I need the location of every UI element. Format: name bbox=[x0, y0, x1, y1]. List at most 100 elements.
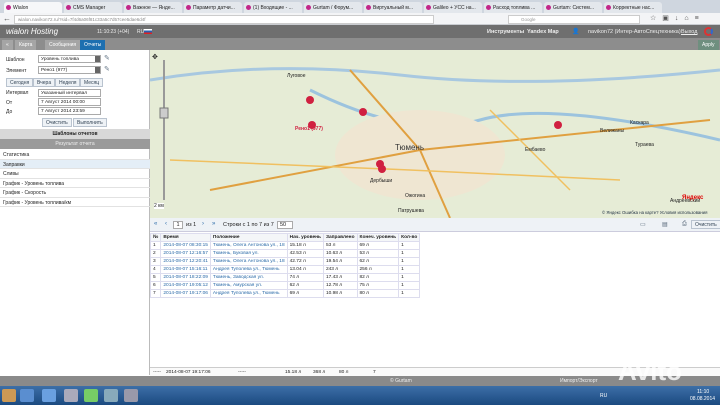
back-icon[interactable]: ← bbox=[3, 14, 11, 23]
browser-tab[interactable]: (1) Входящие - ... bbox=[244, 2, 302, 13]
browser-toolbar-icons[interactable]: ☆▣↓⌂≡ bbox=[650, 14, 705, 22]
table-cell[interactable]: 2014-08-07 12:20:41 bbox=[161, 258, 211, 266]
table-cell[interactable]: Тюмень, Амурская ул. bbox=[210, 282, 287, 290]
table-row[interactable]: 52014-08-07 18:22:09Тюмень, Заводская ул… bbox=[151, 274, 420, 282]
app-icon[interactable] bbox=[42, 389, 56, 402]
interval-select[interactable]: Указанный интервал bbox=[38, 89, 101, 97]
app-icon[interactable] bbox=[2, 389, 16, 402]
column-header[interactable]: Положение bbox=[210, 234, 287, 242]
edit-template-icon[interactable]: ✎ bbox=[104, 54, 110, 62]
unit-label[interactable]: Рено1 (977) bbox=[295, 126, 323, 132]
table-row[interactable]: 22014-08-07 12:16:57Тюмень, Буковая ул.4… bbox=[151, 250, 420, 258]
map[interactable]: ✥ Луговое Тюмень Ембаево Велижаны Каскар… bbox=[150, 50, 720, 218]
table-row[interactable]: 32014-08-07 12:20:41Тюмень, Олега Антоно… bbox=[151, 258, 420, 266]
apply-button[interactable]: Apply bbox=[698, 40, 719, 50]
template-select[interactable]: Уровень топлива bbox=[38, 55, 101, 63]
url-input[interactable]: wialon.navikon72.ru/?sid=7f4d6a06f81c33a… bbox=[14, 15, 434, 24]
report-templates-header[interactable]: Шаблоны отчетов bbox=[0, 129, 150, 139]
table-cell[interactable]: Андрея Туполева ул., Тюмень bbox=[210, 290, 287, 298]
edit-element-icon[interactable]: ✎ bbox=[104, 65, 110, 73]
browser-tab[interactable]: Gurtam: Систем... bbox=[544, 2, 602, 13]
table-cell[interactable]: 2014-08-07 12:16:57 bbox=[161, 250, 211, 258]
import-export-button[interactable]: Импорт/Экспорт bbox=[560, 378, 598, 384]
clear-report-button[interactable]: Очистить bbox=[691, 220, 720, 229]
table-cell[interactable]: 2014-08-07 15:16:11 bbox=[161, 266, 211, 274]
pan-control-icon[interactable]: ✥ bbox=[152, 53, 158, 61]
table-cell[interactable]: Тюмень, Олега Антонова ул., 18 bbox=[210, 258, 287, 266]
table-row[interactable]: 62014-08-07 19:05:12Тюмень, Амурская ул.… bbox=[151, 282, 420, 290]
user-name[interactable]: navikon72 (Интер-АвтоСпецтехника) bbox=[588, 29, 681, 35]
tools-menu[interactable]: Инструменты bbox=[487, 29, 524, 35]
app-icon[interactable] bbox=[64, 389, 78, 402]
column-header[interactable]: Кол-во bbox=[399, 234, 420, 242]
chevron-down-icon[interactable] bbox=[95, 56, 100, 62]
export-icon[interactable]: ▭ bbox=[640, 221, 646, 228]
excel-icon[interactable] bbox=[84, 389, 98, 402]
last-page-button[interactable]: » bbox=[212, 221, 215, 227]
save-icon[interactable]: ▤ bbox=[662, 221, 668, 228]
first-page-button[interactable]: « bbox=[154, 221, 157, 227]
column-header[interactable]: Заправлено bbox=[323, 234, 357, 242]
next-page-button[interactable]: › bbox=[202, 221, 204, 227]
logout-link[interactable]: Выход bbox=[681, 29, 697, 35]
period-today[interactable]: Сегодня bbox=[6, 78, 33, 87]
table-cell[interactable]: Тюмень, Буковая ул. bbox=[210, 250, 287, 258]
table-cell[interactable]: 2014-08-07 19:17:06 bbox=[161, 290, 211, 298]
table-cell[interactable]: 2014-08-07 19:05:12 bbox=[161, 282, 211, 290]
app-icon[interactable] bbox=[104, 389, 118, 402]
browser-tab[interactable]: Wialon bbox=[4, 2, 62, 13]
period-yesterday[interactable]: Вчера bbox=[33, 78, 55, 87]
rows-per-page-select[interactable]: 50 bbox=[277, 221, 293, 229]
from-input[interactable]: 7 Август 2014 00:00 bbox=[38, 98, 101, 106]
table-cell[interactable]: 2014-08-07 18:22:09 bbox=[161, 274, 211, 282]
result-item[interactable]: График - Уровень топлива/км bbox=[0, 198, 150, 208]
page-input[interactable]: 1 bbox=[173, 221, 183, 229]
to-input[interactable]: 7 Август 2014 23:59 bbox=[38, 107, 101, 115]
column-header[interactable]: № bbox=[151, 234, 161, 242]
run-report-button[interactable]: Выполнить bbox=[73, 118, 107, 127]
browser-tab[interactable]: Galileo + УСС на... bbox=[424, 2, 482, 13]
result-item[interactable]: Статистика bbox=[0, 150, 150, 160]
column-header[interactable]: Конеч. уровень bbox=[357, 234, 399, 242]
table-row[interactable]: 72014-08-07 19:17:06Андрея Туполева ул.,… bbox=[151, 290, 420, 298]
tab-map[interactable]: Карта bbox=[15, 40, 36, 50]
period-month[interactable]: Месяц bbox=[80, 78, 103, 87]
table-row[interactable]: 42014-08-07 15:16:11Андрея Туполева ул.,… bbox=[151, 266, 420, 274]
browser-tab[interactable]: CMS Manager bbox=[64, 2, 122, 13]
table-cell[interactable]: 2014-08-07 08:30:15 bbox=[161, 242, 211, 250]
browser-tab[interactable]: Параметр датчи... bbox=[184, 2, 242, 13]
keyboard-lang[interactable]: RU bbox=[600, 393, 607, 399]
print-icon[interactable]: ⎙ bbox=[682, 221, 687, 228]
tools-icon[interactable] bbox=[124, 389, 138, 402]
map-copyright[interactable]: © Яндекс Ошибка на карте? Условия исполь… bbox=[602, 210, 707, 215]
result-item[interactable]: Сливы bbox=[0, 169, 150, 179]
column-header[interactable]: Нач. уровень bbox=[287, 234, 323, 242]
clear-button[interactable]: Очистить bbox=[42, 118, 72, 127]
element-select[interactable]: Рено1 (977) bbox=[38, 66, 101, 74]
browser-tab[interactable]: Важное — Янде... bbox=[124, 2, 182, 13]
table-cell[interactable]: Тюмень, Олега Антонова ул., 18 bbox=[210, 242, 287, 250]
firefox-icon[interactable] bbox=[20, 389, 34, 402]
table-cell[interactable]: Тюмень, Заводская ул. bbox=[210, 274, 287, 282]
web-search-input[interactable]: Google bbox=[508, 15, 640, 24]
result-item[interactable]: Заправки bbox=[0, 160, 150, 170]
collapse-button[interactable]: « bbox=[2, 40, 13, 50]
browser-tab[interactable]: Виртуальный м... bbox=[364, 2, 422, 13]
result-item[interactable]: График - Уровень топлива bbox=[0, 179, 150, 189]
map-source-menu[interactable]: Yandex Map bbox=[527, 29, 559, 35]
clock-date[interactable]: 08.08.2014 bbox=[690, 396, 715, 402]
map-canvas[interactable] bbox=[150, 50, 720, 218]
tab-reports[interactable]: Отчеты bbox=[80, 40, 105, 50]
browser-tab[interactable]: Корректные нас... bbox=[604, 2, 662, 13]
browser-tab[interactable]: Gurtam / Форум... bbox=[304, 2, 362, 13]
browser-tab[interactable]: Расход топлива ... bbox=[484, 2, 542, 13]
result-item[interactable]: График - Скорость bbox=[0, 188, 150, 198]
period-week[interactable]: Неделя bbox=[55, 78, 80, 87]
table-row[interactable]: 12014-08-07 08:30:15Тюмень, Олега Антоно… bbox=[151, 242, 420, 250]
table-cell[interactable]: Андрея Туполева ул., Тюмень bbox=[210, 266, 287, 274]
tab-messages[interactable]: Сообщения bbox=[45, 40, 80, 50]
column-header[interactable]: Время bbox=[161, 234, 211, 242]
chevron-down-icon[interactable] bbox=[95, 67, 100, 73]
clock-time[interactable]: 11:10 bbox=[697, 389, 709, 395]
prev-page-button[interactable]: ‹ bbox=[165, 221, 167, 227]
